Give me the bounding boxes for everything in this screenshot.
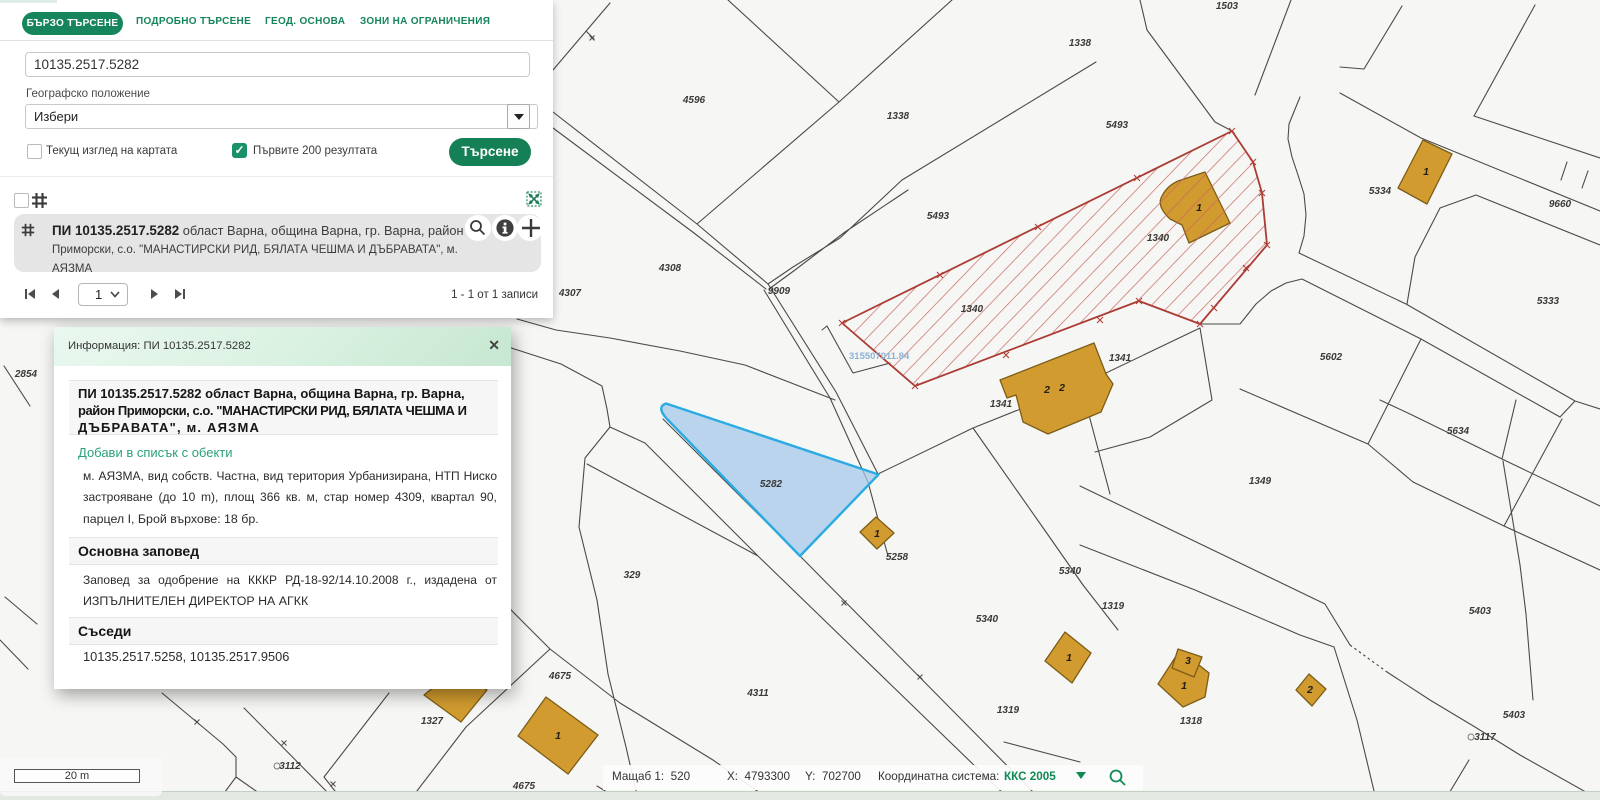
svg-text:1338: 1338 (887, 111, 910, 122)
svg-text:1: 1 (874, 528, 880, 540)
svg-text:315507011.84: 315507011.84 (849, 351, 910, 362)
svg-text:2: 2 (1058, 382, 1065, 394)
svg-text:2854: 2854 (14, 369, 38, 380)
svg-text:5493: 5493 (927, 211, 950, 222)
svg-text:5634: 5634 (1447, 426, 1470, 437)
svg-text:1319: 1319 (1102, 601, 1125, 612)
svg-text:5340: 5340 (1059, 566, 1082, 577)
svg-text:5340: 5340 (976, 614, 999, 625)
svg-text:1: 1 (555, 730, 561, 742)
svg-text:1: 1 (1423, 166, 1429, 178)
svg-text:1318: 1318 (1180, 716, 1203, 727)
svg-text:1340: 1340 (1147, 233, 1170, 244)
svg-text:9909: 9909 (768, 286, 791, 297)
svg-text:329: 329 (624, 570, 641, 581)
svg-text:5493: 5493 (1106, 120, 1129, 131)
svg-text:5403: 5403 (1503, 710, 1526, 721)
svg-text:4675: 4675 (548, 671, 572, 682)
svg-text:3112: 3112 (279, 761, 301, 772)
svg-text:9660: 9660 (1549, 199, 1572, 210)
svg-text:5602: 5602 (1320, 352, 1343, 363)
svg-text:1: 1 (1181, 680, 1187, 692)
svg-text:1349: 1349 (1249, 476, 1272, 487)
svg-text:3117: 3117 (1474, 732, 1496, 743)
svg-text:5403: 5403 (1469, 606, 1492, 617)
svg-text:4596: 4596 (682, 95, 706, 106)
svg-text:5333: 5333 (1537, 296, 1560, 307)
svg-text:5282: 5282 (760, 479, 783, 490)
svg-text:2: 2 (1306, 684, 1313, 696)
svg-text:5258: 5258 (886, 552, 909, 563)
svg-text:3: 3 (1185, 655, 1191, 667)
svg-text:5334: 5334 (1369, 186, 1392, 197)
svg-text:2: 2 (1043, 384, 1050, 396)
svg-text:1: 1 (1196, 202, 1202, 214)
svg-text:1: 1 (1066, 652, 1072, 664)
svg-text:1503: 1503 (1216, 1, 1239, 12)
svg-text:1341: 1341 (990, 399, 1013, 410)
svg-text:1327: 1327 (421, 716, 444, 727)
svg-text:4308: 4308 (658, 263, 682, 274)
svg-text:1341: 1341 (1109, 353, 1132, 364)
svg-text:4311: 4311 (746, 688, 769, 699)
svg-text:1340: 1340 (961, 304, 984, 315)
svg-text:1319: 1319 (997, 705, 1020, 716)
svg-text:1338: 1338 (1069, 38, 1092, 49)
svg-text:4307: 4307 (558, 288, 582, 299)
